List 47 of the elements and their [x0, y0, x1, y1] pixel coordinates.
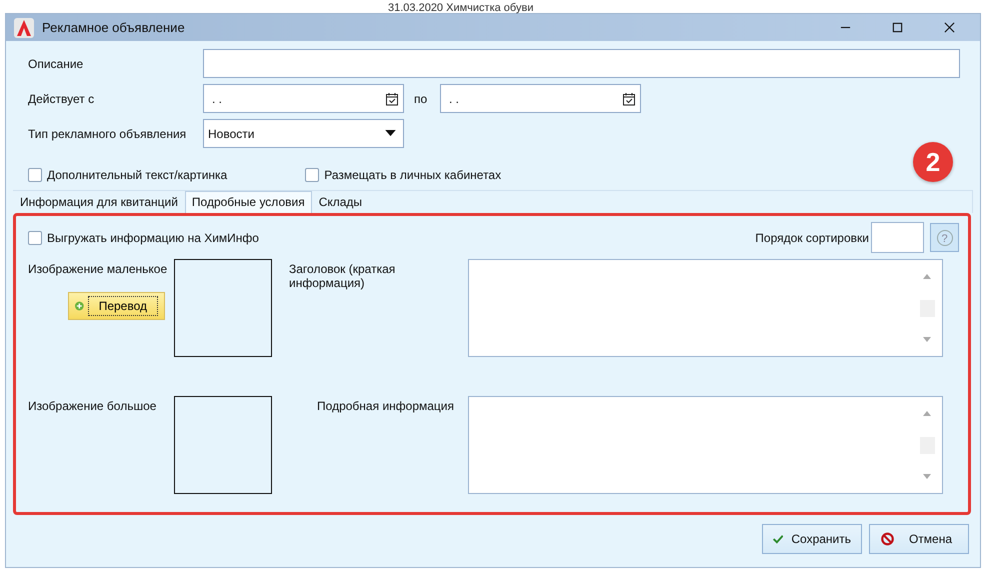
checkbox[interactable]	[305, 168, 320, 182]
field-label: Изображение маленькое	[28, 262, 168, 276]
checkbox[interactable]	[28, 230, 42, 244]
prohibited-icon	[880, 532, 895, 546]
details-text-area[interactable]	[468, 396, 943, 494]
scroll-up-icon[interactable]	[923, 274, 931, 279]
date-field[interactable]: . .	[440, 84, 641, 113]
app-logo-icon	[14, 18, 34, 38]
ad-type-dropdown[interactable]: Новости	[203, 119, 404, 148]
close-icon[interactable]	[944, 22, 955, 33]
scroll-up-icon[interactable]	[923, 411, 931, 416]
plus-icon	[75, 299, 84, 313]
background-text: 31.03.2020 Химчистка обуви	[388, 2, 534, 14]
checkbox-label: Размещать в личных кабинетах	[324, 168, 502, 182]
window-title: Рекламное объявление	[42, 20, 185, 35]
date-value: . .	[212, 92, 222, 106]
calendar-icon[interactable]	[385, 92, 399, 106]
translate-button[interactable]: Перевод	[68, 292, 165, 320]
image-placeholder[interactable]	[174, 259, 272, 357]
checkbox[interactable]	[28, 168, 42, 182]
save-button[interactable]: Сохранить	[762, 524, 862, 554]
field-label: Изображение большое	[28, 399, 158, 413]
field-label: Описание	[27, 56, 84, 70]
dropdown-arrow-icon	[385, 130, 396, 137]
checkbox-label: Выгружать информацию на ХимИнфо	[47, 230, 259, 244]
cancel-button[interactable]: Отмена	[869, 524, 969, 554]
field-label: по	[413, 92, 428, 106]
step-badge: 2	[913, 142, 953, 182]
maximize-icon[interactable]	[892, 22, 903, 33]
scroll-down-icon[interactable]	[923, 474, 931, 479]
scroll-down-icon[interactable]	[923, 337, 931, 342]
date-value: . .	[449, 92, 460, 106]
field-label: Подробная информация	[316, 398, 455, 413]
calendar-icon[interactable]	[622, 92, 636, 106]
field-label: Действует с	[27, 92, 96, 106]
field-label: Порядок сортировки	[755, 230, 869, 244]
sort-order-field[interactable]	[871, 222, 924, 253]
field-label: Тип рекламного объявления	[27, 126, 188, 140]
checkbox-label: Дополнительный текст/картинка	[47, 168, 228, 182]
headline-text-area[interactable]	[468, 259, 943, 357]
image-placeholder[interactable]	[174, 396, 272, 494]
tab[interactable]: Подробные условия	[184, 191, 312, 213]
tab[interactable]: Информация для квитанций	[13, 191, 185, 213]
date-field[interactable]: . .	[203, 84, 404, 113]
field-label: Заголовок (краткая информация)	[288, 261, 396, 290]
tab[interactable]: Склады	[312, 191, 370, 213]
description-field[interactable]	[203, 49, 960, 78]
